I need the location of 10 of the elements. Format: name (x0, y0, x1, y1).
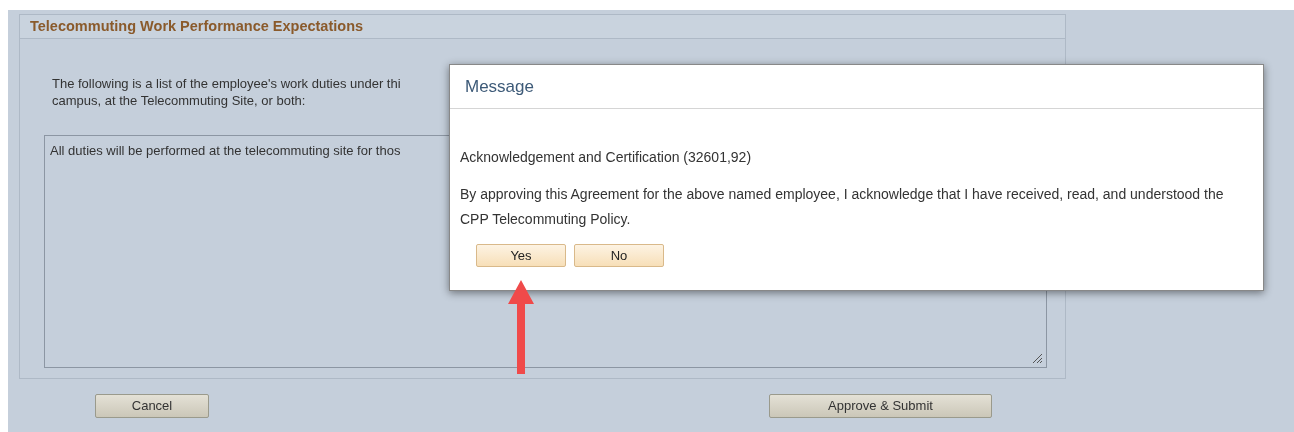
dialog-heading: Acknowledgement and Certification (32601,92) (460, 148, 753, 166)
yes-button[interactable]: Yes (476, 244, 566, 267)
no-button[interactable]: No (574, 244, 664, 267)
intro-text: The following is a list of the employee's work duties under thi (52, 75, 401, 92)
intro-text: campus, at the Telecommuting Site, or both: (52, 92, 306, 109)
dialog-title: Message (465, 75, 534, 98)
section-title: Telecommuting Work Performance Expectations (30, 16, 364, 36)
approve-submit-button[interactable]: Approve & Submit (769, 394, 992, 418)
cancel-button[interactable]: Cancel (95, 394, 209, 418)
resize-grip-icon[interactable] (1031, 352, 1043, 364)
